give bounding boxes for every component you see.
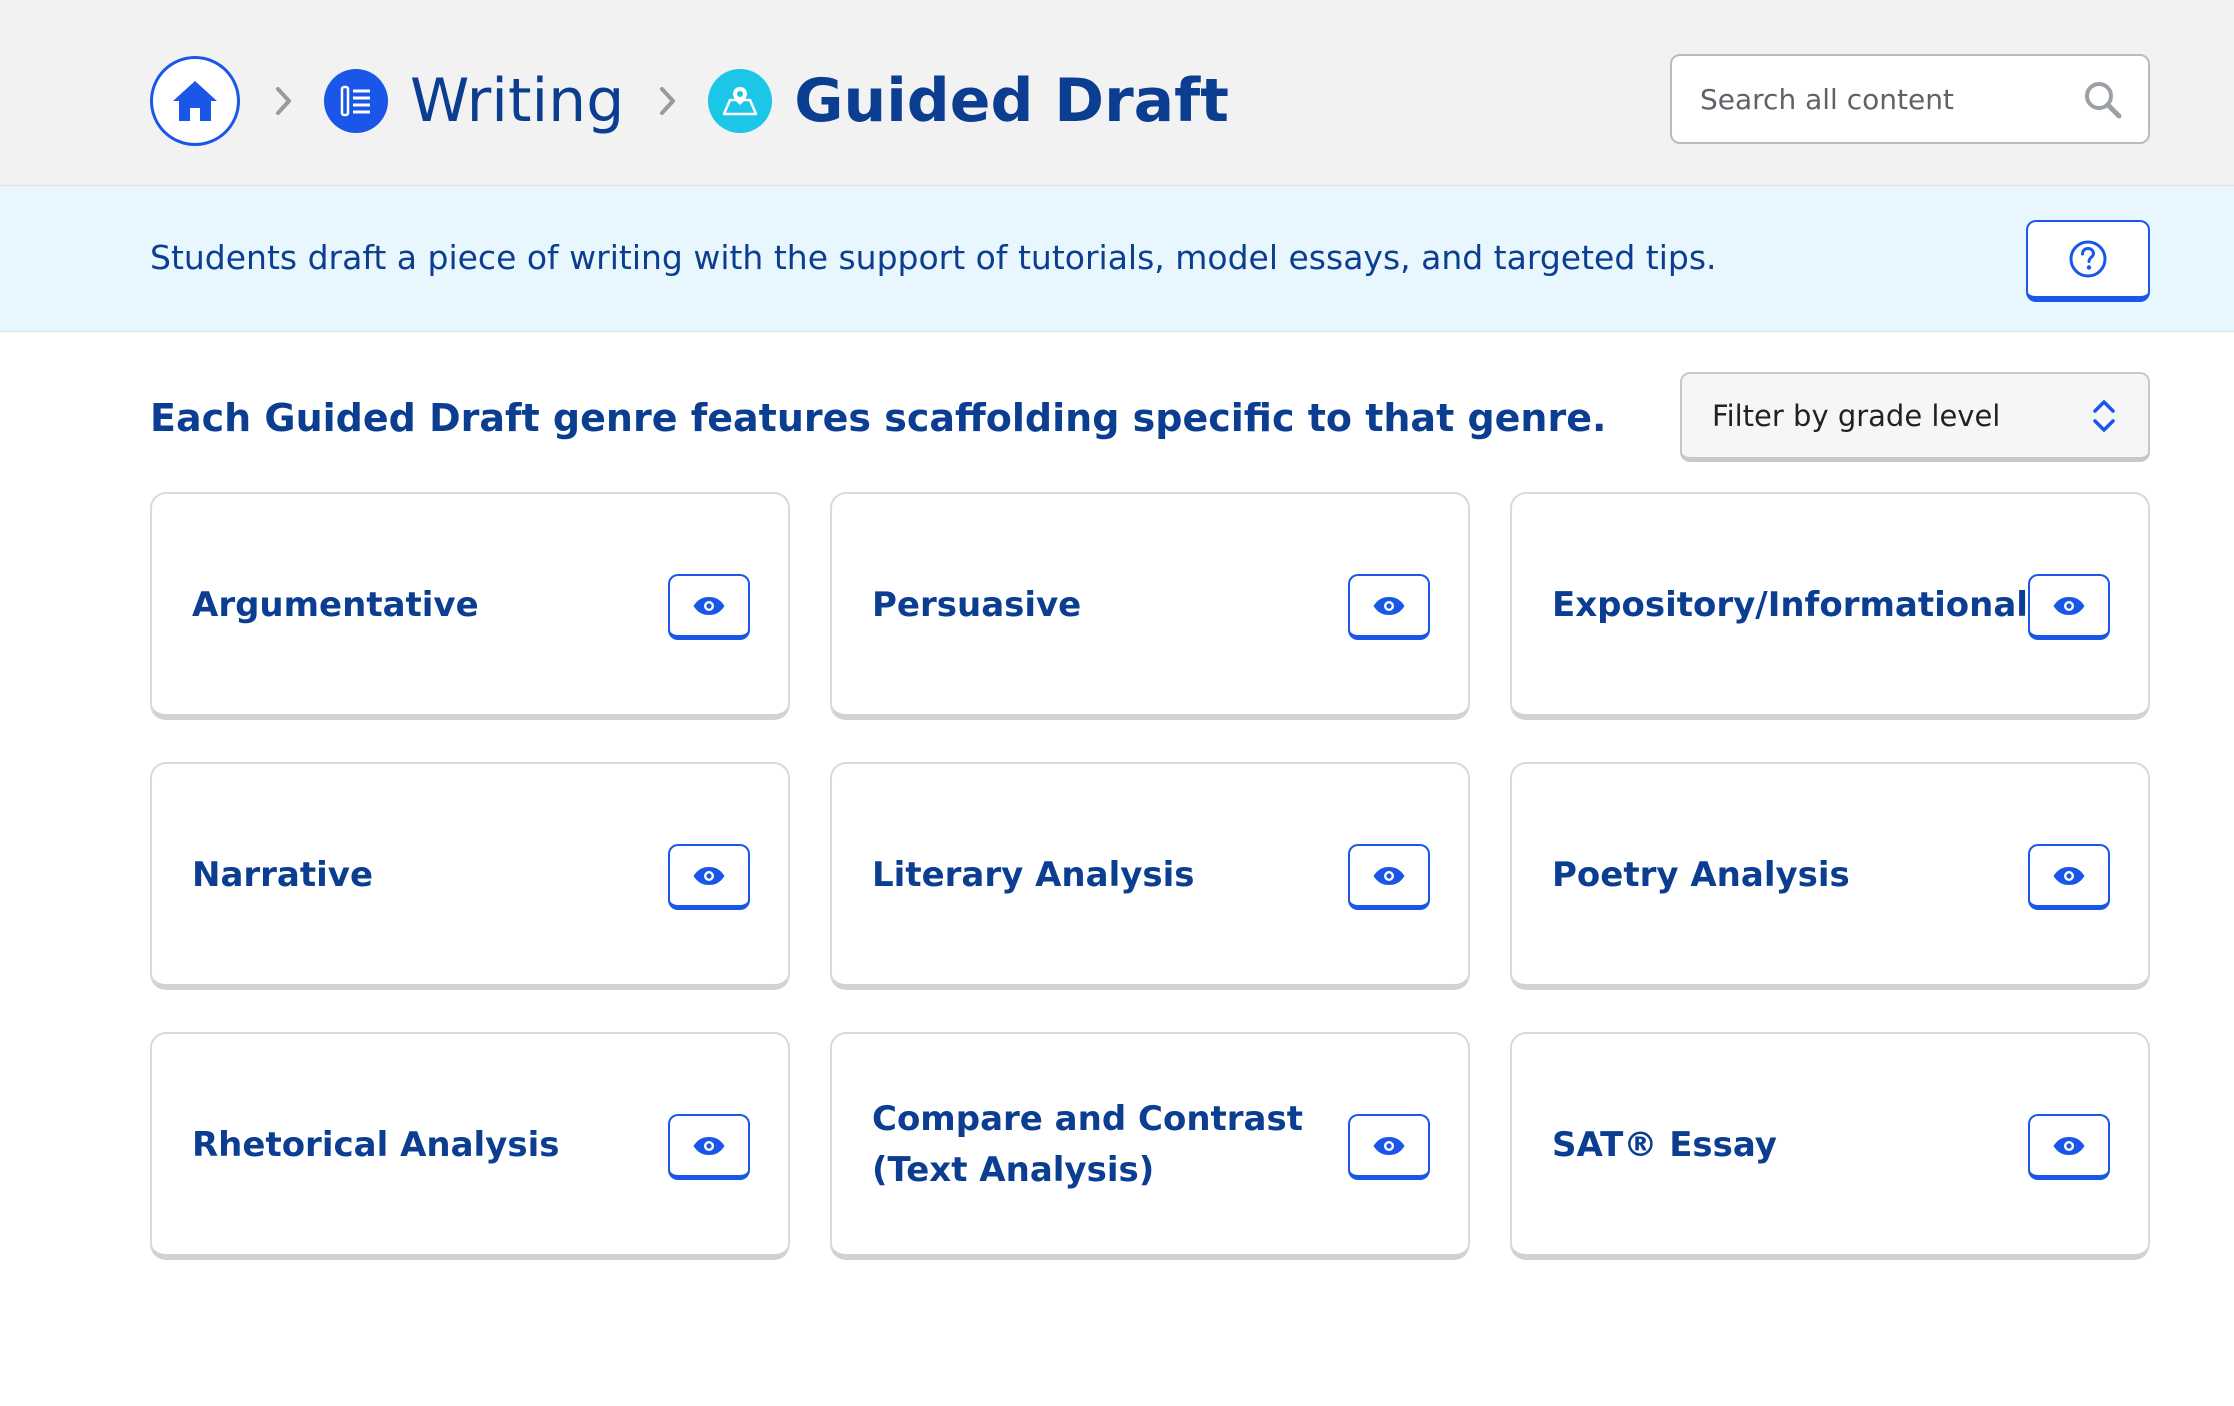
genre-card-expository-informational[interactable]: Expository/Informational	[1510, 492, 2150, 720]
help-button[interactable]	[2026, 220, 2150, 302]
writing-list-icon	[324, 69, 388, 133]
eye-icon	[2053, 1136, 2085, 1155]
page-title: Guided Draft	[794, 66, 1229, 136]
genre-card-title: Literary Analysis	[872, 854, 1195, 895]
breadcrumb-writing-link[interactable]: Writing	[410, 71, 624, 131]
eye-icon	[693, 1136, 725, 1155]
chevron-right-icon	[266, 83, 302, 119]
genre-card-title: Persuasive	[872, 584, 1082, 625]
genre-card-title: Rhetorical Analysis	[192, 1124, 560, 1165]
genre-card-title: Compare and Contrast (Text Analysis)	[872, 1099, 1303, 1190]
eye-icon	[693, 866, 725, 885]
breadcrumb: Writing Guided Draft	[150, 55, 1229, 147]
eye-icon	[2053, 596, 2085, 615]
genre-card-argumentative[interactable]: Argumentative	[150, 492, 790, 720]
guided-draft-icon	[708, 69, 773, 133]
page-header: Writing Guided Draft	[0, 0, 2234, 186]
chevron-up-down-icon	[2093, 399, 2115, 432]
search-box	[1670, 54, 2150, 144]
preview-button[interactable]	[1348, 844, 1430, 910]
genre-card-persuasive[interactable]: Persuasive	[830, 492, 1470, 720]
eye-icon	[1373, 866, 1405, 885]
genre-card-title: Narrative	[192, 854, 374, 895]
genre-card-literary-analysis[interactable]: Literary Analysis	[830, 762, 1470, 990]
genre-card-title: SAT® Essay	[1552, 1124, 1777, 1165]
question-icon	[2069, 240, 2107, 278]
preview-button[interactable]	[668, 574, 750, 640]
chevron-right-icon	[650, 83, 686, 119]
eye-icon	[693, 596, 725, 615]
genre-card-title: Expository/Informational	[1552, 584, 2028, 625]
genre-card-title: Poetry Analysis	[1552, 854, 1850, 895]
section-heading: Each Guided Draft genre features scaffol…	[150, 396, 1607, 440]
search-icon[interactable]	[2080, 77, 2124, 121]
home-button[interactable]	[150, 56, 240, 146]
preview-button[interactable]	[668, 844, 750, 910]
preview-button[interactable]	[2028, 844, 2110, 910]
genre-card-rhetorical-analysis[interactable]: Rhetorical Analysis	[150, 1032, 790, 1260]
genre-card-title: Argumentative	[192, 584, 479, 625]
eye-icon	[1373, 596, 1405, 615]
preview-button[interactable]	[2028, 574, 2110, 640]
search-input[interactable]	[1700, 82, 2080, 116]
filter-label: Filter by grade level	[1712, 398, 2001, 433]
eye-icon	[1373, 1136, 1405, 1155]
grade-level-filter-select[interactable]: Filter by grade level	[1680, 372, 2150, 462]
preview-button[interactable]	[2028, 1114, 2110, 1180]
genre-card-sat-essay[interactable]: SAT® Essay	[1510, 1032, 2150, 1260]
eye-icon	[2053, 866, 2085, 885]
genre-card-compare-and-contrast[interactable]: Compare and Contrast (Text Analysis)	[830, 1032, 1470, 1260]
preview-button[interactable]	[1348, 574, 1430, 640]
home-icon	[173, 81, 217, 121]
preview-button[interactable]	[1348, 1114, 1430, 1180]
genre-card-poetry-analysis[interactable]: Poetry Analysis	[1510, 762, 2150, 990]
description-text: Students draft a piece of writing with t…	[150, 238, 1717, 277]
description-banner: Students draft a piece of writing with t…	[0, 186, 2234, 332]
preview-button[interactable]	[668, 1114, 750, 1180]
genre-card-narrative[interactable]: Narrative	[150, 762, 790, 990]
